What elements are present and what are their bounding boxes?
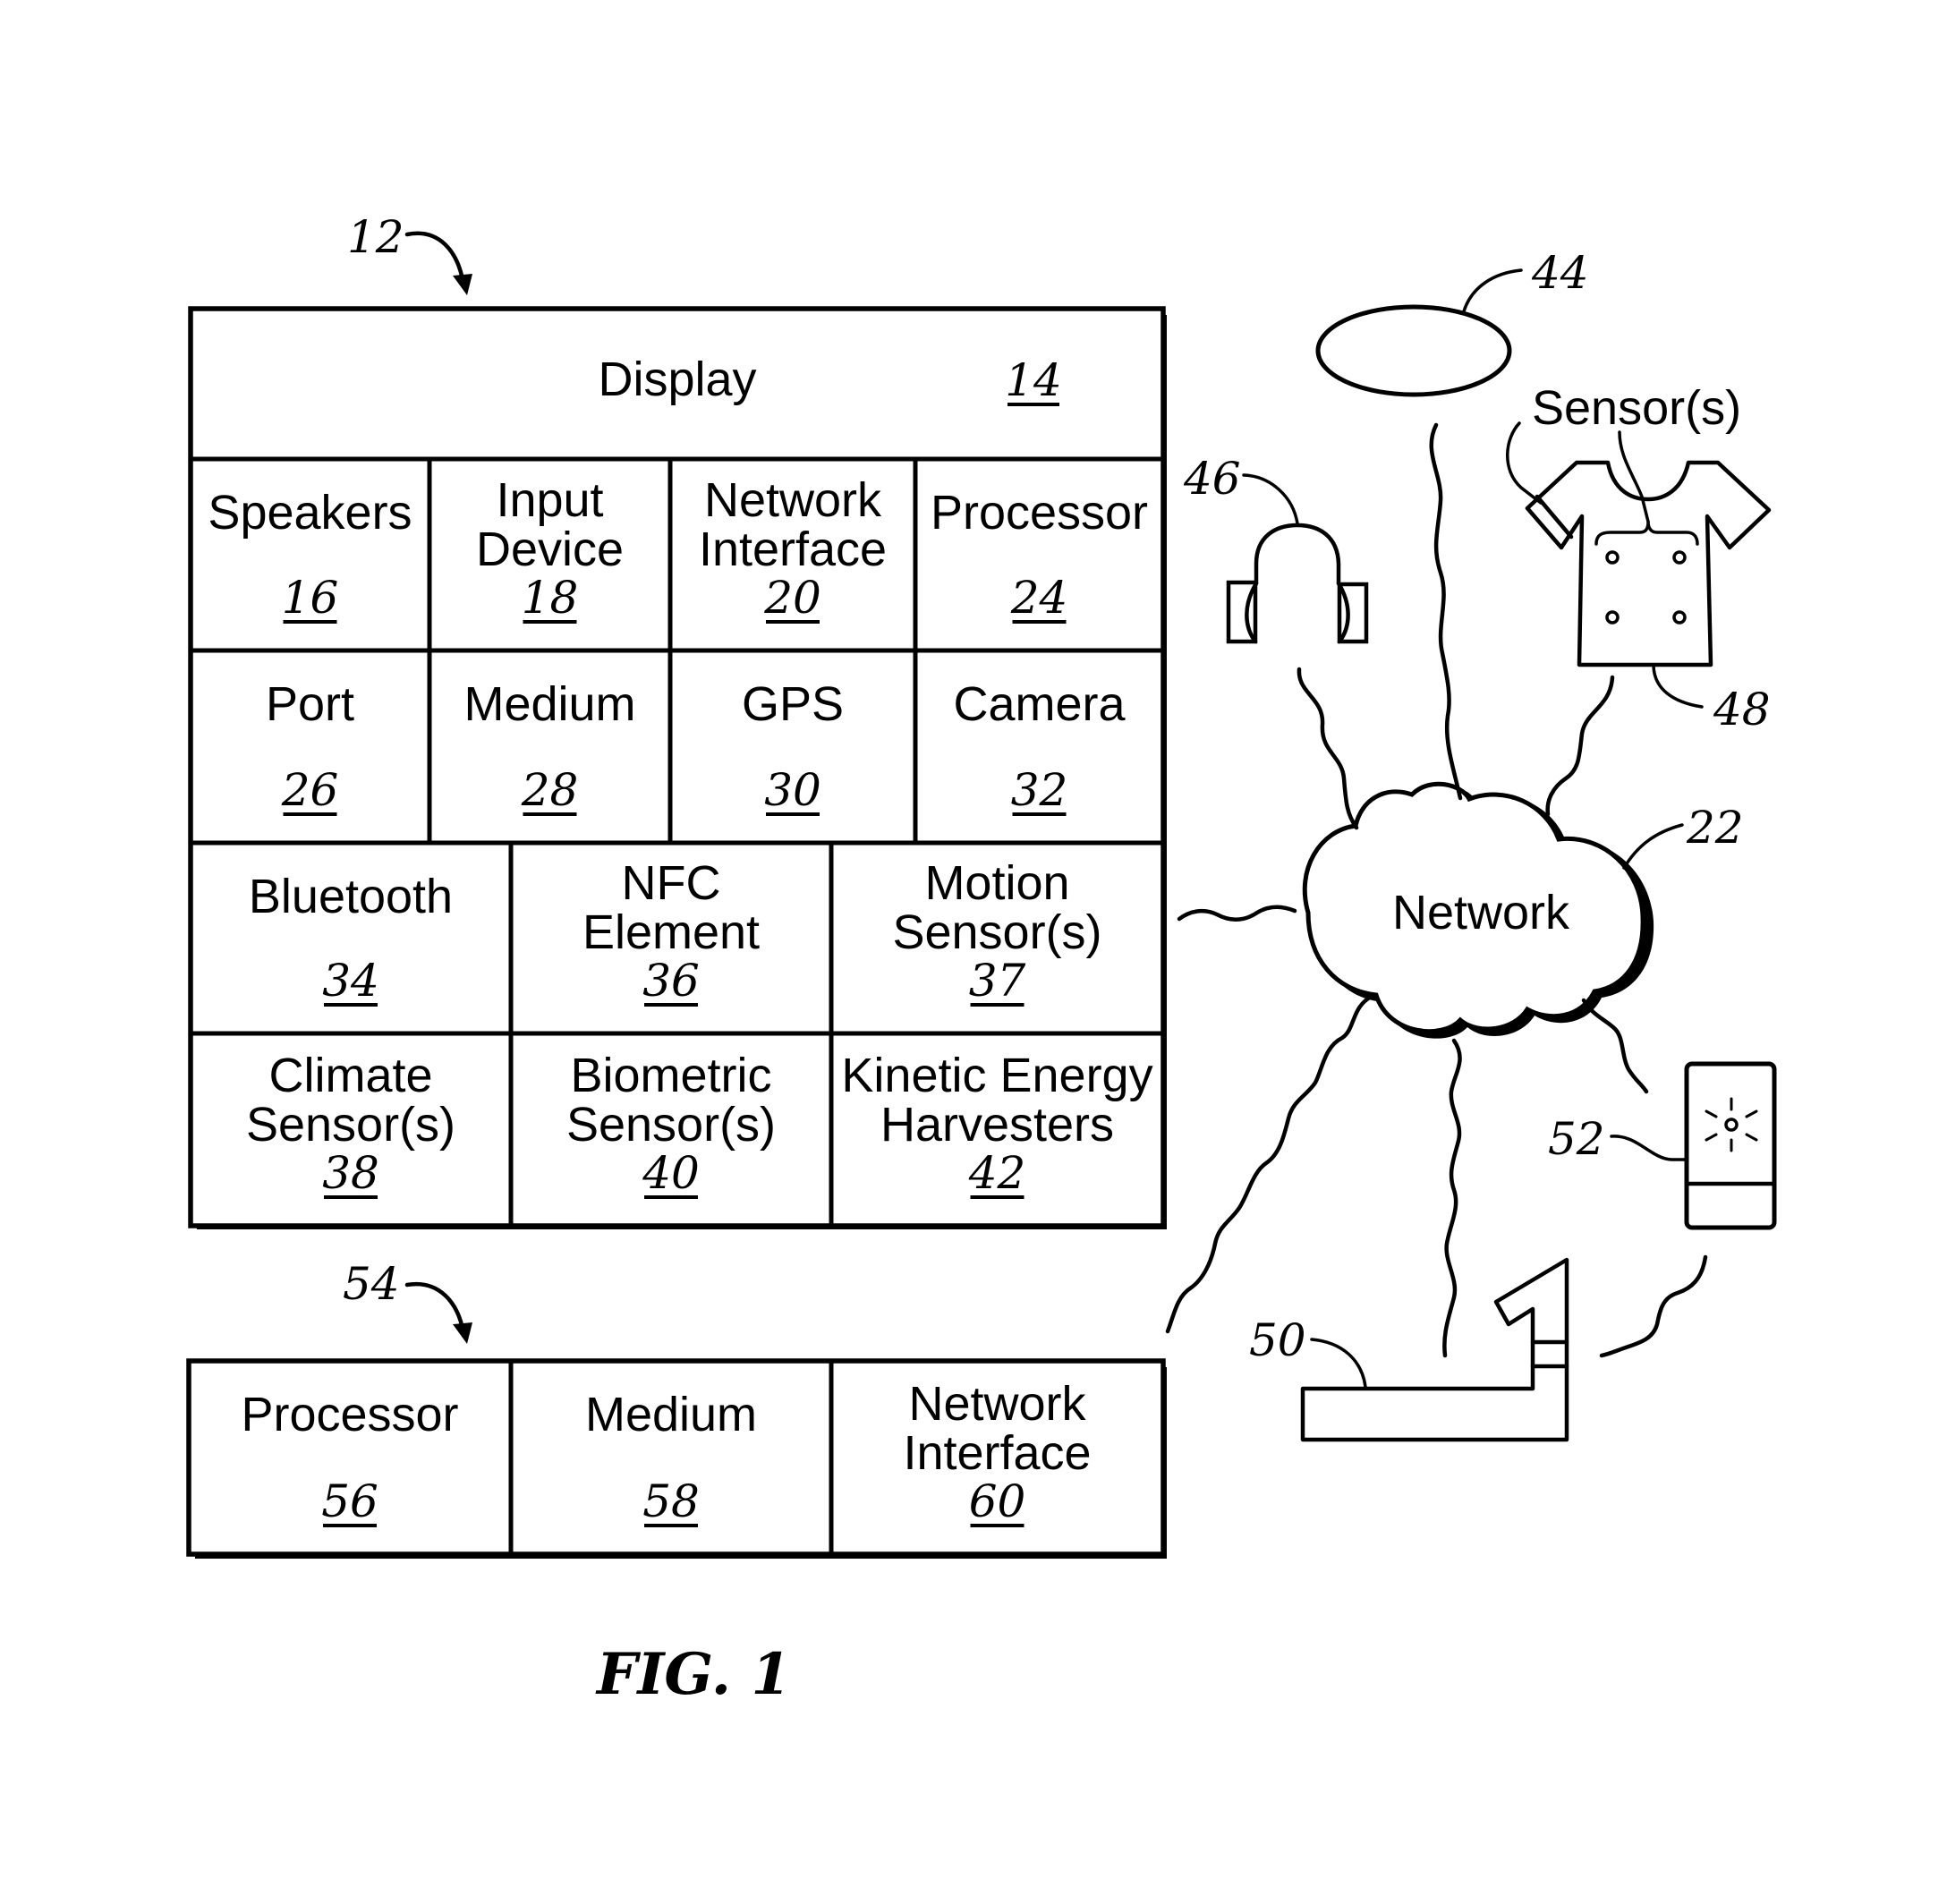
cell-label: GPS xyxy=(742,677,844,731)
cell-ref: 56 xyxy=(321,1475,378,1527)
ref-label-beacon: 52 xyxy=(1548,1113,1605,1165)
cell-label: Harvesters xyxy=(880,1098,1114,1152)
cell-label: Interface xyxy=(903,1426,1091,1480)
cell-ref: 32 xyxy=(1011,764,1068,816)
ref-label-equipment: 50 xyxy=(1249,1314,1306,1366)
shirt-ref-leader xyxy=(1652,663,1704,709)
cell-ref: 60 xyxy=(969,1475,1026,1527)
cell-label: Kinetic Energy xyxy=(841,1049,1152,1102)
cell-label: Input xyxy=(496,473,603,527)
cell-label: Port xyxy=(266,677,354,731)
wireless-link-headphones xyxy=(1297,667,1359,830)
shirt-48: Sensor(s) 48 xyxy=(1506,381,1772,735)
sensor-leader-sleeve xyxy=(1506,421,1543,505)
ref-label-network: 22 xyxy=(1686,802,1744,854)
equipment-ref-leader xyxy=(1310,1338,1367,1389)
headphones-icon xyxy=(1226,523,1369,644)
headband-ellipse-icon xyxy=(1315,304,1512,397)
cell-label: Climate xyxy=(268,1049,432,1102)
cell-label: Sensor(s) xyxy=(246,1098,455,1152)
ref-label-headband: 44 xyxy=(1531,247,1589,299)
cell-ref: 40 xyxy=(642,1147,700,1199)
wireless-link-shirt xyxy=(1545,675,1615,817)
headphones-ref-leader xyxy=(1242,473,1299,525)
cell-label: Motion xyxy=(924,856,1069,910)
network-cloud: Network 22 xyxy=(1302,781,1744,1039)
beacon-ref-leader xyxy=(1610,1135,1688,1161)
wireless-link-beacon-equipment xyxy=(1599,1254,1708,1358)
wireless-link-server xyxy=(1165,993,1375,1334)
beacon-52: 52 xyxy=(1548,1061,1777,1230)
sensor-leader-collar xyxy=(1618,430,1650,523)
cell-ref: 26 xyxy=(281,764,339,816)
wireless-link-device xyxy=(1177,905,1297,922)
cell-label: Bluetooth xyxy=(249,870,453,923)
cell-label: Processor xyxy=(931,486,1148,540)
cell-label: Sensor(s) xyxy=(566,1098,776,1152)
cell-ref: 18 xyxy=(522,572,579,624)
cell-label: Speakers xyxy=(208,486,412,540)
cell-ref: 38 xyxy=(322,1147,379,1199)
cell-ref: 24 xyxy=(1010,572,1068,624)
cell-ref: 34 xyxy=(322,955,379,1007)
cell-label: Element xyxy=(582,905,760,959)
light-device-icon xyxy=(1684,1061,1777,1230)
cell-label: Display xyxy=(598,353,756,406)
cell-ref: 37 xyxy=(969,955,1026,1007)
cell-ref: 36 xyxy=(642,955,700,1007)
device-12: 12 Display 14 Speakers 16 InputDevice18 Net… xyxy=(188,211,1167,1229)
cell-ref: 16 xyxy=(282,572,339,624)
cell-label: Interface xyxy=(699,523,887,576)
ref-label-device: 12 xyxy=(347,211,404,263)
cell-label: Biometric xyxy=(570,1049,771,1102)
cell-ref: 42 xyxy=(968,1147,1026,1199)
device-ref-arrowhead xyxy=(453,274,472,295)
network-ref-leader xyxy=(1622,823,1684,870)
cell-label: Device xyxy=(476,523,624,576)
headband-ref-leader xyxy=(1462,268,1523,313)
wireless-link-beacon xyxy=(1581,998,1649,1094)
cell-ref: 58 xyxy=(642,1475,700,1527)
cell-label: Sensor(s) xyxy=(892,905,1101,959)
cell-label: Network xyxy=(908,1377,1086,1431)
cell-label: Processor xyxy=(241,1388,458,1441)
cell-label: Medium xyxy=(463,677,635,731)
cell-ref: 30 xyxy=(764,764,821,816)
cell-label: NFC xyxy=(622,856,721,910)
wireless-link-equipment xyxy=(1442,1038,1462,1358)
cell-label: Medium xyxy=(585,1388,757,1441)
cell-label: Camera xyxy=(953,677,1126,731)
ref-label-shirt: 48 xyxy=(1713,684,1771,735)
network-label: Network xyxy=(1392,886,1570,939)
cell-label: Network xyxy=(704,473,882,527)
headband-44: 44 xyxy=(1315,247,1589,397)
shirt-sensor-label: Sensor(s) xyxy=(1532,381,1741,435)
cell-ref: 20 xyxy=(763,572,821,624)
patent-figure: 12 Display 14 Speakers 16 InputDevice18 Net… xyxy=(186,211,1777,1708)
ref-label-server: 54 xyxy=(343,1258,400,1310)
cell-ref: 28 xyxy=(521,764,579,816)
ref-label-headphones: 46 xyxy=(1183,453,1241,505)
wireless-link-headband xyxy=(1429,422,1463,801)
equipment-50: 50 xyxy=(1249,1257,1569,1442)
shirt-icon xyxy=(1525,460,1772,667)
figure-caption: FIG. 1 xyxy=(595,1641,791,1708)
headphones-46: 46 xyxy=(1183,453,1369,644)
server-ref-arrowhead xyxy=(453,1322,472,1344)
server-54: 54 Processor 56 Medium 58 NetworkInterface60 xyxy=(186,1258,1167,1559)
cell-ref: 14 xyxy=(1005,354,1062,406)
